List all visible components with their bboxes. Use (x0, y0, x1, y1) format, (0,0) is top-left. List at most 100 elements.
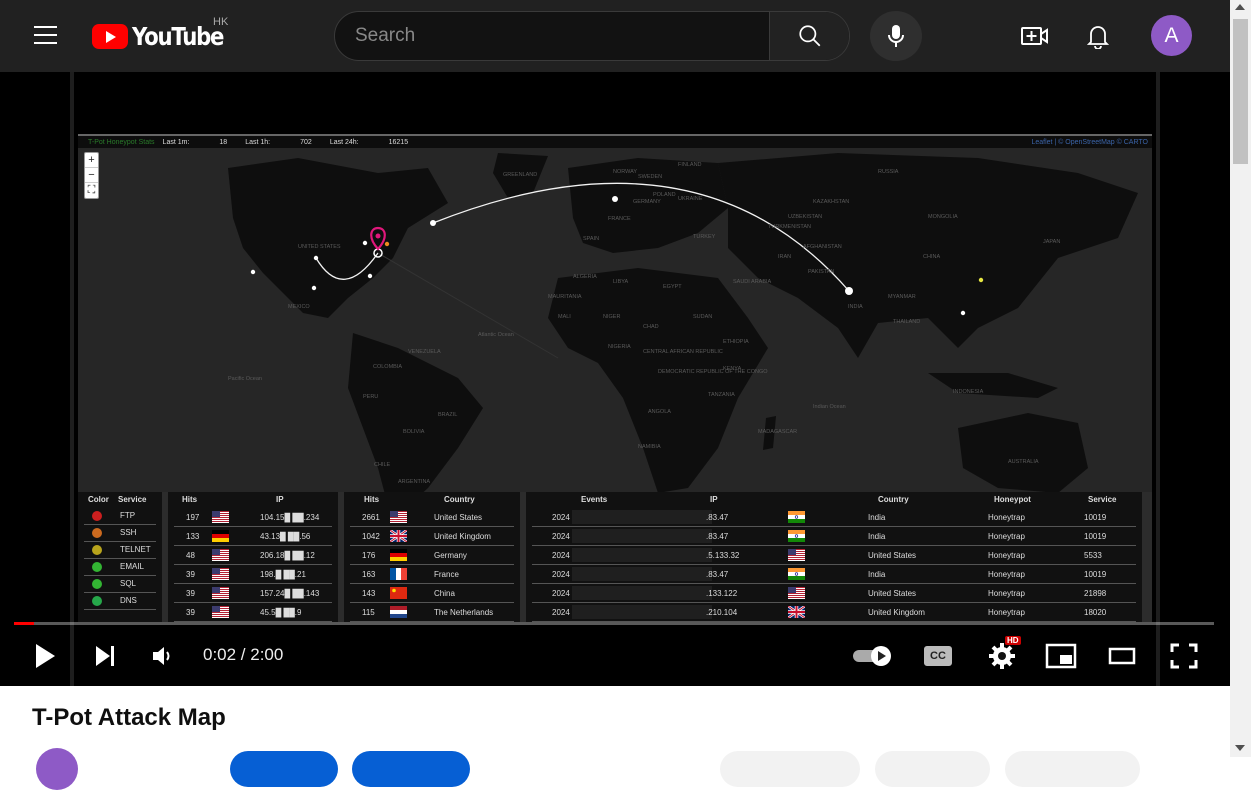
svg-text:NIGER: NIGER (603, 314, 620, 320)
map-attribution[interactable]: Leaflet | © OpenStreetMap © CARTO (1031, 139, 1152, 146)
flag-icon (390, 549, 407, 561)
table-row: 39 45.5█ ██.9 (174, 603, 332, 622)
svg-text:MADAGASCAR: MADAGASCAR (758, 429, 797, 435)
action-button[interactable] (875, 751, 990, 787)
country-cell: United Kingdom (868, 608, 925, 617)
svg-text:BRAZIL: BRAZIL (438, 412, 457, 418)
search-button[interactable] (769, 12, 849, 60)
next-button[interactable] (90, 641, 120, 671)
fullscreen-button[interactable] (1168, 641, 1200, 671)
last-1h-label: Last 1h: (245, 138, 271, 146)
svg-text:NORWAY: NORWAY (613, 169, 637, 175)
zoom-out-button[interactable]: − (85, 168, 98, 183)
table-row: 197 104.15█ ██.234 (174, 508, 332, 527)
table-row: 115 The Netherlands (350, 603, 514, 622)
autoplay-toggle[interactable] (850, 643, 896, 669)
svg-text:EGYPT: EGYPT (663, 284, 682, 290)
stats-brand: T-Pot Honeypot Stats (88, 138, 155, 146)
svg-text:UKRAINE: UKRAINE (678, 196, 703, 202)
zoom-in-button[interactable]: + (85, 153, 98, 168)
svg-text:AUSTRALIA: AUSTRALIA (1008, 459, 1039, 465)
table-row: 163 France (350, 565, 514, 584)
voice-search-button[interactable] (870, 11, 922, 61)
last-24h-value: 16215 (388, 138, 409, 146)
hits-cell: 39 (186, 589, 195, 598)
redacted-block (572, 529, 712, 543)
svg-text:POLAND: POLAND (653, 192, 676, 198)
svg-text:SWEDEN: SWEDEN (638, 174, 662, 180)
svg-text:JAPAN: JAPAN (1043, 239, 1060, 245)
mic-icon (888, 25, 904, 47)
page-scrollbar[interactable] (1230, 0, 1251, 757)
play-button[interactable] (30, 641, 60, 671)
country-cell: The Netherlands (434, 608, 494, 617)
flag-icon (390, 568, 407, 580)
attack-point (311, 285, 317, 291)
svg-text:MYANMAR: MYANMAR (888, 294, 916, 300)
svg-text:UNITED STATES: UNITED STATES (298, 244, 341, 250)
scroll-down-arrow-icon[interactable] (1235, 745, 1245, 751)
country-cell: India (868, 570, 886, 579)
service-color-dot (92, 511, 102, 521)
header-hits: Hits (364, 495, 380, 504)
flag-icon (788, 549, 805, 561)
scroll-up-arrow-icon[interactable] (1235, 4, 1245, 10)
table-row: SQL (84, 576, 156, 593)
mute-button[interactable] (148, 641, 178, 671)
svg-text:CHINA: CHINA (923, 254, 940, 260)
fullscreen-icon (1170, 643, 1198, 669)
ip-cell: .83.47 (706, 513, 729, 522)
ip-cell: 198.█ ██.21 (260, 570, 306, 579)
svg-text:CHILE: CHILE (374, 462, 391, 468)
svg-text:MAURITANIA: MAURITANIA (548, 294, 582, 300)
ip-table: Hits IP 197 104.15█ ██.234 133 43.13█ ██.56… (168, 492, 344, 622)
scroll-thumb[interactable] (1233, 19, 1248, 164)
account-avatar[interactable]: A (1151, 15, 1192, 56)
progress-bar[interactable] (14, 622, 1214, 625)
video-player[interactable]: T-Pot Honeypot Stats Last 1m: 18 Last 1h… (0, 72, 1230, 686)
action-button[interactable] (230, 751, 338, 787)
video-title: T-Pot Attack Map (32, 704, 226, 731)
hits-cell: 176 (362, 551, 376, 560)
attack-point (367, 273, 373, 279)
table-row: 143 China (350, 584, 514, 603)
svg-text:Indian Ocean: Indian Ocean (813, 404, 846, 410)
search-input[interactable] (335, 12, 769, 60)
menu-icon[interactable] (24, 16, 68, 56)
header-country: Country (444, 495, 475, 504)
map-fullscreen-button[interactable]: ⛶ (85, 183, 98, 198)
table-row: 133 43.13█ ██.56 (174, 527, 332, 546)
redacted-block (572, 510, 712, 524)
notifications-button[interactable] (1082, 20, 1114, 52)
event-time-cell: 2024 (552, 551, 570, 560)
channel-avatar[interactable] (36, 748, 78, 790)
redacted-block (572, 586, 712, 600)
create-button[interactable] (1019, 20, 1051, 52)
logo-text: YouTube (132, 21, 224, 51)
service-cell: 5533 (1084, 551, 1102, 560)
miniplayer-button[interactable] (1045, 641, 1077, 671)
service-color-dot (92, 596, 102, 606)
service-color-dot (92, 562, 102, 572)
flag-icon (788, 530, 805, 542)
hits-cell: 133 (186, 532, 200, 541)
country-cell: France (434, 570, 459, 579)
action-button[interactable] (352, 751, 470, 787)
last-1m-label: Last 1m: (162, 138, 190, 146)
cc-icon: CC (924, 646, 952, 666)
hits-cell: 39 (186, 570, 195, 579)
attack-point (612, 196, 618, 202)
action-button[interactable] (1005, 751, 1140, 787)
theater-mode-button[interactable] (1106, 641, 1138, 671)
flag-icon (390, 606, 407, 618)
subtitles-button[interactable]: CC (922, 643, 954, 669)
flag-icon (212, 606, 229, 618)
flag-icon (389, 528, 408, 544)
ip-cell: .83.47 (706, 532, 729, 541)
settings-button[interactable]: HD (985, 636, 1021, 672)
event-time-cell: 2024 (552, 532, 570, 541)
action-button[interactable] (720, 751, 860, 787)
attack-point (384, 241, 390, 247)
honeypot-cell: Honeytrap (988, 589, 1025, 598)
flag-icon (390, 587, 407, 599)
